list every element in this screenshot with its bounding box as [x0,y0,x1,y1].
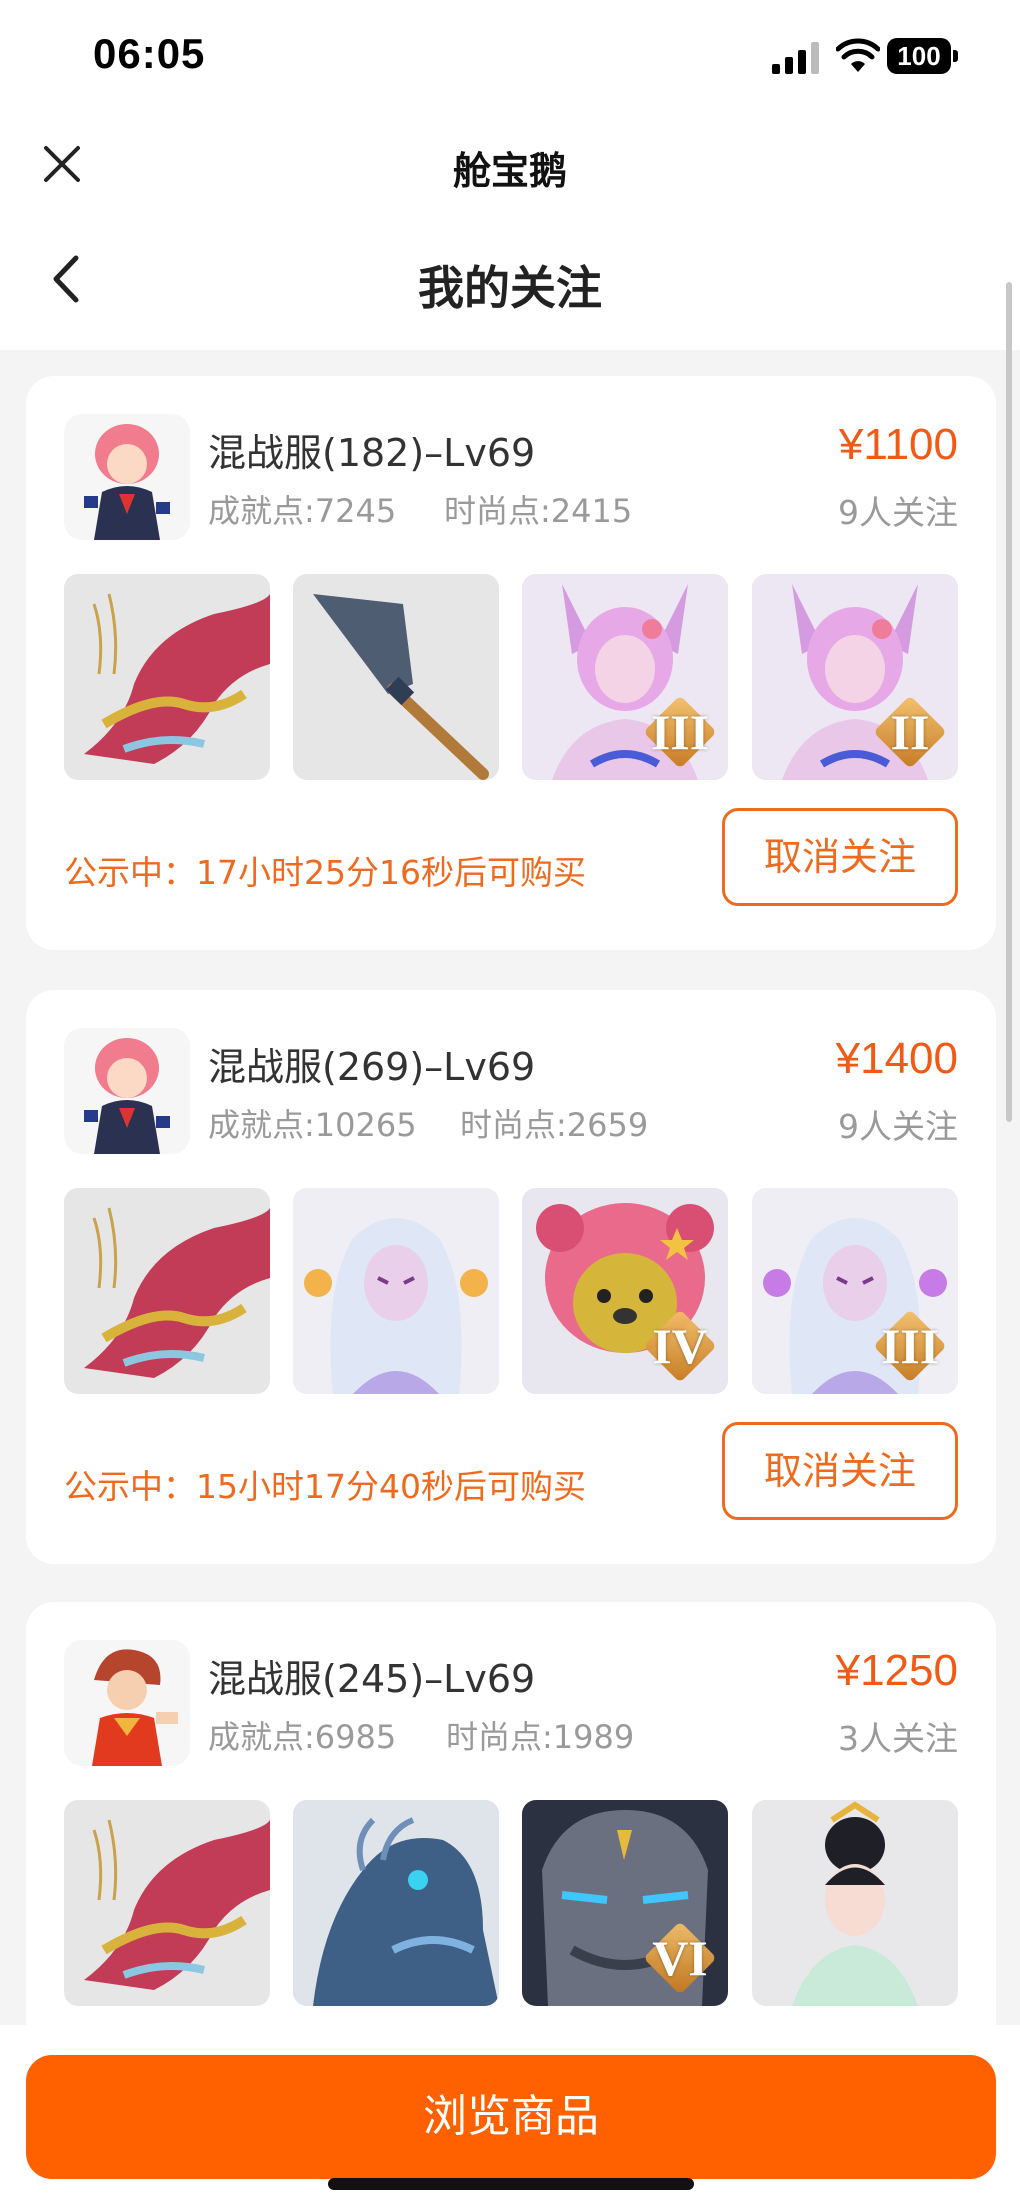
server-name: 混战服(269)–Lv69 [208,1045,536,1089]
app-title: 舱宝鹅 [452,149,567,193]
fashion-points: 时尚点:2415 [444,492,633,530]
tier-badge: VI [640,1918,720,1998]
unfollow-button[interactable]: 取消关注 [722,1422,958,1520]
listing-card[interactable]: 混战服(182)–Lv69 成就点:7245 时尚点:2415 ¥1100 9人… [26,376,996,950]
achievement-points: 成就点:7245 [208,492,397,530]
page-header: 我的关注 [0,220,1020,350]
follower-count: 3人关注 [838,1719,958,1758]
follower-count: 9人关注 [838,1107,958,1146]
fashion-points: 时尚点:2659 [460,1106,649,1144]
achievement-points: 成就点:10265 [208,1106,417,1144]
wifi-icon [836,38,880,72]
status-time: 06:05 [93,30,206,77]
app-header: 舱宝鹅 [0,120,1020,220]
public-notice-countdown: 公示中：17小时25分16秒后可购买 [64,853,586,892]
pink-hair-girl-avatar [64,414,190,540]
status-bar: 06:05 100 [0,0,1020,120]
price: ¥1100 [838,420,958,469]
stone-golem-pet-icon[interactable]: VI [522,1800,728,2006]
battery-level: 100 [887,38,951,74]
red-hair-boy-avatar [64,1640,190,1766]
white-hair-spirit-icon[interactable]: III [752,1188,958,1394]
achievement-points: 成就点:6985 [208,1718,397,1756]
spear-weapon-icon[interactable] [293,574,499,780]
server-name: 混战服(245)–Lv69 [208,1657,536,1701]
ice-horse-mount-icon[interactable] [293,1800,499,2006]
page-title: 我的关注 [418,261,602,315]
listing-card[interactable]: 混战服(245)–Lv69 成就点:6985 时尚点:1989 ¥1250 3人… [26,1602,996,2082]
pink-bear-pet-icon[interactable]: IV [522,1188,728,1394]
tier-numeral: III [650,704,710,760]
tier-badge: IV [640,1306,720,1386]
dragon-mount-icon[interactable] [64,1800,270,2006]
price: ¥1250 [835,1646,958,1695]
public-notice-countdown: 公示中：15小时17分40秒后可购买 [64,1467,586,1506]
home-indicator [328,2178,694,2190]
scrollbar[interactable] [1006,282,1012,1122]
fox-girl-outfit-icon[interactable]: II [752,574,958,780]
listing-card[interactable]: 混战服(269)–Lv69 成就点:10265 时尚点:2659 ¥1400 9… [26,990,996,1564]
unfollow-button[interactable]: 取消关注 [722,808,958,906]
battery-icon: 100 [887,38,958,74]
cellular-signal-icon [772,42,819,74]
tier-numeral: VI [652,1930,708,1986]
follower-count: 9人关注 [838,493,958,532]
tier-numeral: III [880,1318,940,1374]
princess-outfit-icon[interactable] [752,1800,958,2006]
tier-badge: III [640,692,720,772]
tier-badge: III [870,1306,950,1386]
price: ¥1400 [835,1034,958,1083]
server-name: 混战服(182)–Lv69 [208,431,536,475]
pink-hair-girl-avatar [64,1028,190,1154]
dragon-mount-icon[interactable] [64,574,270,780]
white-hair-spirit-icon[interactable] [293,1188,499,1394]
tier-numeral: IV [652,1318,708,1374]
tier-numeral: II [890,704,930,760]
tier-badge: II [870,692,950,772]
fox-girl-outfit-icon[interactable]: III [522,574,728,780]
browse-products-button[interactable]: 浏览商品 [26,2055,996,2179]
dragon-mount-icon[interactable] [64,1188,270,1394]
fashion-points: 时尚点:1989 [446,1718,635,1756]
